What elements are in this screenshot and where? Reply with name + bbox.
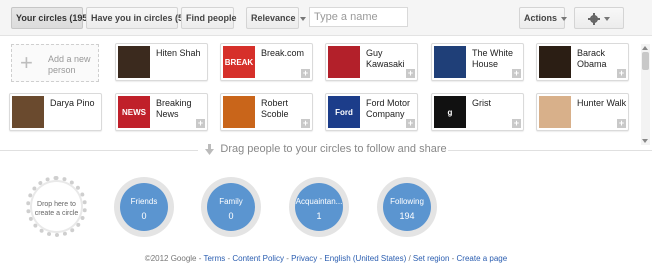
person-card[interactable]: Hunter Walk + (536, 93, 629, 131)
copyright: ©2012 Google - (144, 254, 204, 263)
down-arrow-icon (205, 143, 215, 155)
footer-link-privacy[interactable]: Privacy (291, 254, 317, 263)
footer: ©2012 Google - Terms - Content Policy - … (144, 254, 508, 263)
person-card[interactable]: Darya Pino (9, 93, 102, 131)
people-scrollbar[interactable] (641, 44, 650, 145)
avatar (539, 96, 571, 128)
person-card[interactable]: The White House + (431, 43, 524, 81)
chevron-down-icon (604, 16, 610, 21)
add-to-circle-icon[interactable]: + (301, 119, 310, 128)
actions-dropdown[interactable]: Actions (519, 7, 568, 29)
tab-find-people[interactable]: Find people (181, 7, 237, 29)
gear-icon (588, 12, 600, 25)
divider (0, 150, 198, 151)
avatar: Ford (328, 96, 360, 128)
person-card[interactable]: BREAK Break.com + (220, 43, 313, 81)
circle-name: Following (390, 197, 424, 206)
chevron-down-icon (299, 16, 306, 21)
person-card[interactable]: Ford Ford Motor Company + (325, 93, 418, 131)
circle-name: Family (219, 197, 243, 206)
footer-link-content-policy[interactable]: Content Policy (232, 254, 284, 263)
add-to-circle-icon[interactable]: + (406, 69, 415, 78)
add-person-label: Add a new person (48, 54, 91, 75)
person-name: Guy Kawasaki (366, 48, 405, 69)
person-card[interactable]: NEWS Breaking News + (115, 93, 208, 131)
person-name: Darya Pino (50, 98, 95, 108)
add-to-circle-icon[interactable]: + (406, 119, 415, 128)
add-to-circle-icon[interactable]: + (301, 69, 310, 78)
circle-badge: Friends 0 (120, 183, 168, 231)
person-name: The White House (472, 48, 514, 69)
person-card[interactable]: Barack Obama + (536, 43, 629, 81)
circle-badge: Acquaintan... 1 (295, 183, 343, 231)
circle-3[interactable]: Acquaintan... 1 (289, 177, 349, 237)
add-to-circle-icon[interactable]: + (512, 119, 521, 128)
person-card[interactable]: Robert Scoble + (220, 93, 313, 131)
person-name: Hiten Shah (156, 48, 201, 58)
avatar (434, 46, 466, 78)
circle-count: 0 (228, 211, 234, 221)
person-name: Robert Scoble (261, 98, 289, 119)
person-card[interactable]: Hiten Shah (115, 43, 208, 81)
drag-hint-text: Drag people to your circles to follow an… (220, 143, 447, 155)
circle-2[interactable]: Family 0 (201, 177, 261, 237)
avatar (12, 96, 44, 128)
avatar: BREAK (223, 46, 255, 78)
drop-zone-label: Drop here to create a circle (34, 201, 79, 217)
relevance-label: Relevance (251, 13, 296, 23)
person-card[interactable]: g Grist + (431, 93, 524, 131)
person-name: Ford Motor Company (366, 98, 411, 119)
avatar: NEWS (118, 96, 150, 128)
circle-4[interactable]: Following 194 (377, 177, 437, 237)
circle-1[interactable]: Friends 0 (114, 177, 174, 237)
circle-count: 1 (316, 211, 322, 221)
add-to-circle-icon[interactable]: + (196, 119, 205, 128)
add-to-circle-icon[interactable]: + (617, 119, 626, 128)
avatar: g (434, 96, 466, 128)
search-input[interactable] (309, 7, 408, 27)
add-to-circle-icon[interactable]: + (512, 69, 521, 78)
person-name: Grist (472, 98, 491, 108)
settings-button[interactable] (574, 7, 624, 29)
tab-your-circles[interactable]: Your circles (195) (11, 7, 90, 29)
avatar (223, 96, 255, 128)
person-name: Break.com (261, 48, 305, 58)
footer-link-create-page[interactable]: Create a page (457, 254, 508, 263)
drag-hint: Drag people to your circles to follow an… (0, 143, 652, 159)
circle-name: Acquaintan... (295, 197, 343, 206)
people-grid: + Add a new person Hiten Shah BREAK Break.… (0, 37, 652, 140)
chevron-down-icon (561, 16, 568, 21)
circle-count: 194 (399, 211, 415, 221)
footer-link-language[interactable]: English (United States) (324, 254, 406, 263)
plus-icon: + (20, 50, 33, 75)
person-name: Hunter Walk (577, 98, 627, 108)
circles-toolbar: Your circles (195) Have you in circles (… (0, 0, 652, 36)
tab-have-you-in-circles[interactable]: Have you in circles (57) (86, 7, 191, 29)
avatar (328, 46, 360, 78)
drop-zone-create-circle[interactable]: Drop here to create a circle (26, 176, 87, 237)
person-name: Breaking News (156, 98, 192, 119)
circle-count: 0 (141, 211, 147, 221)
person-card[interactable]: Guy Kawasaki + (325, 43, 418, 81)
scroll-thumb[interactable] (642, 52, 649, 70)
circle-badge: Following 194 (383, 183, 431, 231)
relevance-dropdown[interactable]: Relevance (246, 7, 306, 29)
add-new-person[interactable]: + Add a new person (11, 44, 99, 82)
actions-label: Actions (524, 13, 558, 23)
person-name: Barack Obama (577, 48, 607, 69)
circle-name: Friends (130, 197, 158, 206)
avatar (118, 46, 150, 78)
footer-link-set-region[interactable]: Set region (413, 254, 449, 263)
add-to-circle-icon[interactable]: + (617, 69, 626, 78)
footer-link-terms[interactable]: Terms (203, 254, 225, 263)
scroll-up-arrow-icon[interactable] (642, 46, 648, 50)
divider (448, 150, 652, 151)
circle-badge: Family 0 (207, 183, 255, 231)
avatar (539, 46, 571, 78)
